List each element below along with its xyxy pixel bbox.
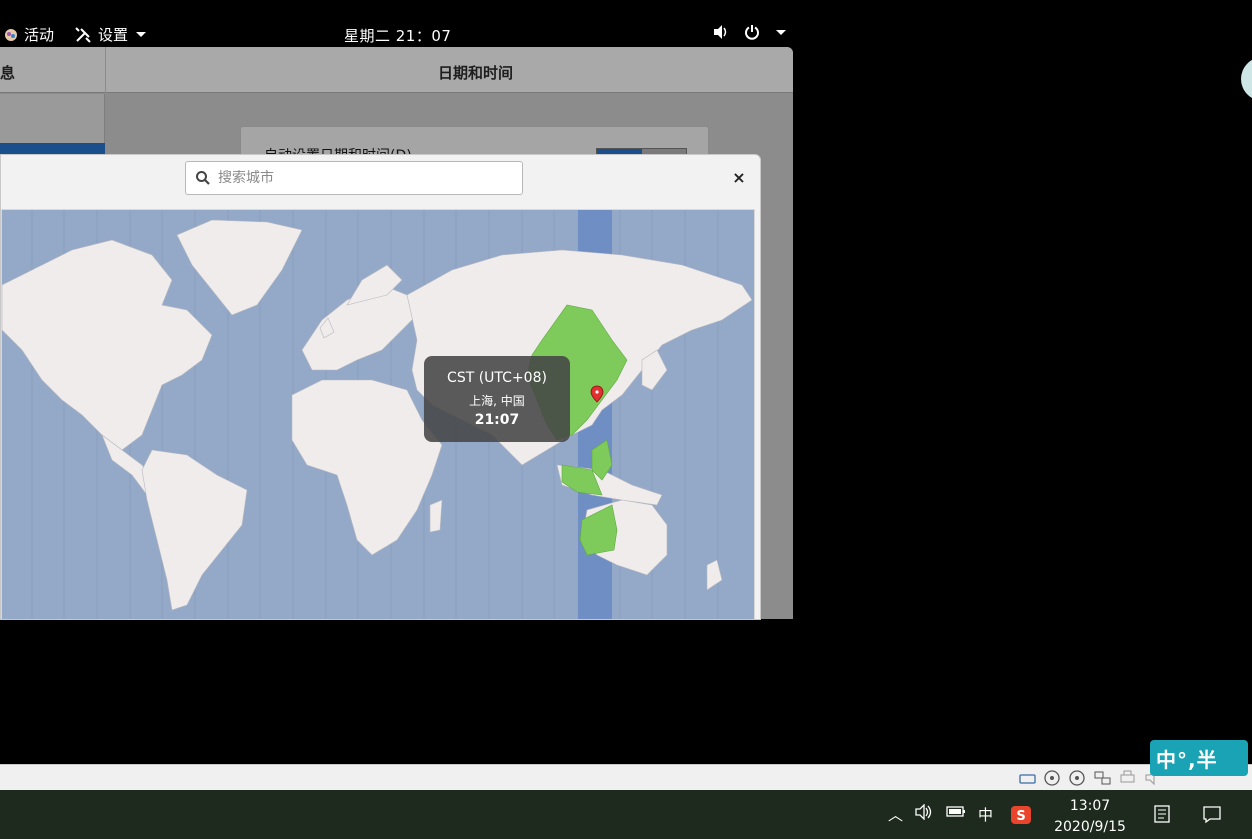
input-method-indicator[interactable]: 中 [978,804,993,825]
floating-assistant-icon[interactable] [1241,57,1252,101]
battery-icon[interactable] [946,804,966,822]
close-button[interactable]: × [729,169,749,189]
settings-header-bar: 息 日期和时间 [0,47,793,93]
app-menu-button[interactable]: 设置 [74,24,147,45]
windows-taskbar: ︿ 中 S 13:07 2020/9/15 [0,790,1252,839]
desktop: 活动 设置 星期二 21：07 息 日期和时间 搜索城市 × CST (UTC+… [0,0,1252,839]
chevron-up-icon[interactable]: ︿ [888,804,903,825]
search-icon [196,171,210,185]
taskbar-time: 13:07 [1069,798,1111,814]
tools-icon [75,26,91,43]
optical-drive-icon[interactable] [1068,769,1087,786]
chevron-down-icon [136,32,147,37]
svg-text:S: S [1016,809,1025,824]
world-map-svg[interactable] [2,210,754,619]
page-title: 日期和时间 [438,64,514,82]
gnome-logo-icon [5,28,17,41]
timezone-dialog: × [0,154,761,620]
timezone-map[interactable] [1,209,755,619]
sidebar-header-title: 息 [0,64,16,82]
taskbar-date: 2020/9/15 [1054,819,1126,835]
optical-drive-icon[interactable] [1043,769,1062,786]
network-icon[interactable] [1093,769,1112,786]
activities-label: 活动 [24,26,55,44]
hard-disk-icon[interactable] [1018,769,1037,786]
system-menu-button[interactable] [712,24,786,40]
header-divider [105,47,106,93]
app-menu-label: 设置 [98,26,129,44]
timezone-tooltip: CST (UTC+08) 上海, 中国 21:07 [424,356,570,442]
city-search-input[interactable] [218,170,508,186]
tooltip-city: 上海, 中国 [469,394,525,408]
gnome-top-bar: 活动 设置 星期二 21：07 [0,0,793,47]
taskbar-clock[interactable]: 13:07 2020/9/15 [1048,796,1132,838]
sogou-icon[interactable]: S [1010,805,1032,829]
tooltip-time: 21:07 [474,412,520,428]
printer-icon[interactable] [1118,769,1137,786]
action-center-icon[interactable] [1202,804,1222,828]
tooltip-timezone: CST (UTC+08) [447,370,547,386]
top-bar-clock[interactable]: 星期二 21：07 [344,25,451,46]
notes-icon[interactable] [1152,804,1172,828]
input-method-bar[interactable]: 中°,半 [1150,740,1248,776]
chevron-down-icon [776,29,786,35]
city-search-field[interactable] [185,161,523,195]
vm-device-icons [1018,769,1162,786]
volume-icon[interactable] [914,803,934,824]
volume-icon [714,25,727,39]
vm-status-bar [0,764,1252,790]
activities-button[interactable]: 活动 [4,24,54,45]
power-icon [745,25,759,40]
